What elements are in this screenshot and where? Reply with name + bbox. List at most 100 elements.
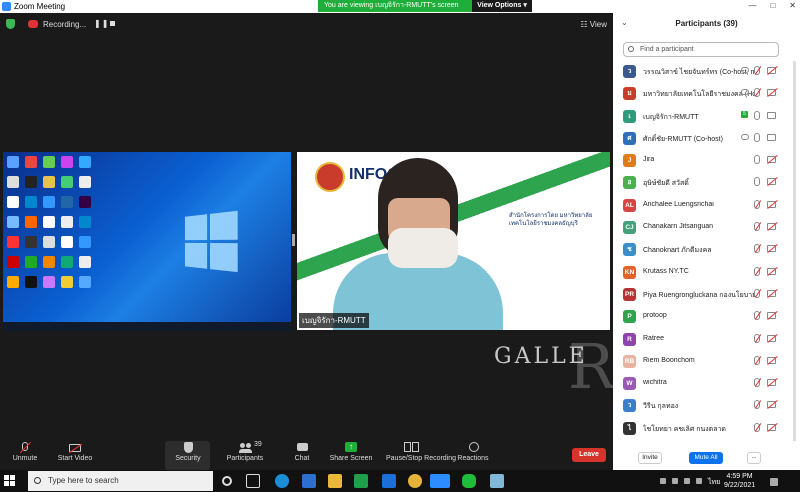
mic-muted-icon[interactable]: [754, 378, 760, 388]
store-icon[interactable]: [354, 474, 368, 488]
participant-row[interactable]: Wwichitra: [613, 374, 800, 396]
tile-divider-handle[interactable]: [292, 234, 295, 246]
participant-name: Anchalee Luengsrichai: [643, 200, 714, 208]
close-button[interactable]: ✕: [789, 1, 796, 10]
mic-muted-icon[interactable]: [754, 88, 760, 98]
mail-icon[interactable]: [382, 474, 396, 488]
start-button[interactable]: [4, 475, 16, 487]
participant-row[interactable]: ว วีรีน กุลทอง: [613, 396, 800, 418]
unmute-button[interactable]: Unmute: [0, 441, 50, 462]
shared-screen-tile[interactable]: [3, 152, 291, 331]
minimize-button[interactable]: —: [748, 1, 756, 10]
edge-icon[interactable]: [275, 474, 289, 488]
video-icon[interactable]: [767, 111, 776, 119]
view-button[interactable]: ☷ View: [580, 20, 607, 29]
video-off-icon[interactable]: [767, 423, 776, 431]
video-off-icon[interactable]: [767, 245, 776, 253]
share-screen-button[interactable]: ↑ Share Screen: [326, 442, 376, 462]
invite-button[interactable]: Invite: [638, 452, 662, 464]
video-icon[interactable]: [767, 133, 776, 141]
reactions-button[interactable]: Reactions: [448, 442, 498, 462]
video-off-icon[interactable]: [767, 267, 776, 275]
line-icon[interactable]: [462, 474, 476, 488]
leave-button[interactable]: Leave: [572, 448, 606, 462]
network-icon[interactable]: [684, 478, 690, 484]
participant-row[interactable]: Pprotoop: [613, 307, 800, 329]
mic-muted-icon[interactable]: [754, 400, 760, 410]
video-off-icon[interactable]: [767, 156, 776, 164]
more-options-button[interactable]: ...: [747, 452, 761, 464]
mic-icon[interactable]: [754, 132, 760, 142]
participant-row[interactable]: เ เบญจิรักา-RMUTT 5: [613, 107, 800, 129]
video-off-icon[interactable]: [767, 356, 776, 364]
participant-row[interactable]: ว วรรณวิสาข์ ไชยจันทร์ทร (Co-host, me): [613, 62, 800, 84]
mic-muted-icon[interactable]: [754, 199, 760, 209]
participant-row[interactable]: ศ ศักดิ์ชัย-RMUTT (Co-host): [613, 129, 800, 151]
participant-row[interactable]: AL Anchalee Luengsrichai: [613, 196, 800, 218]
mute-all-button[interactable]: Mute All: [689, 452, 723, 464]
maximize-button[interactable]: □: [770, 1, 775, 10]
video-off-icon[interactable]: [767, 178, 776, 186]
participant-search-input[interactable]: Find a participant: [623, 42, 779, 57]
video-off-icon[interactable]: [767, 289, 776, 297]
video-off-icon[interactable]: [767, 223, 776, 231]
video-off-icon[interactable]: [767, 379, 776, 387]
pause-stop-recording-button[interactable]: Pause/Stop Recording: [386, 442, 456, 462]
participant-row[interactable]: อ อุษิษ์ชัยดี สวัสดิ์: [613, 173, 800, 195]
mic-icon[interactable]: [754, 155, 760, 165]
avatar: ม: [623, 87, 636, 101]
video-off-icon[interactable]: [767, 67, 776, 74]
view-options-button[interactable]: View Options ▾: [472, 0, 532, 12]
security-button[interactable]: Security: [163, 442, 213, 462]
participant-video-tile[interactable]: INFOG สำนักโครงการโดย มหาวิทยาลัยเทคโนโล…: [297, 152, 610, 330]
app-icon[interactable]: [490, 474, 504, 488]
internet-explorer-icon[interactable]: [302, 474, 316, 488]
start-video-button[interactable]: Start Video: [50, 442, 100, 462]
video-off-icon[interactable]: [767, 334, 776, 342]
participant-name: ไชโยทยา คชเลิศ กนงตลาด: [643, 425, 726, 433]
mic-muted-icon[interactable]: [754, 244, 760, 254]
mic-icon[interactable]: [754, 177, 760, 187]
zoom-taskbar-icon[interactable]: [430, 474, 450, 488]
participant-row[interactable]: KN Krutass NY.TC: [613, 263, 800, 285]
mic-muted-icon[interactable]: [754, 266, 760, 276]
mic-muted-icon[interactable]: [754, 66, 760, 75]
participant-row[interactable]: CJ Chanakarn Jitsanguan: [613, 218, 800, 240]
participant-row[interactable]: R Ratree: [613, 330, 800, 352]
volume-icon[interactable]: [696, 478, 702, 484]
participant-row[interactable]: ม มหาวิทยาลัยเทคโนโลยีราชมงคล (Host): [613, 84, 800, 106]
mic-muted-icon[interactable]: [754, 311, 760, 321]
participants-button[interactable]: 39 Participants: [220, 441, 270, 462]
notifications-icon[interactable]: [770, 478, 778, 486]
participant-row[interactable]: RB Riem Boonchom: [613, 352, 800, 374]
security-shield-icon[interactable]: [6, 19, 15, 29]
mic-muted-icon[interactable]: [754, 288, 760, 298]
mic-muted-icon[interactable]: [754, 355, 760, 365]
mic-muted-icon[interactable]: [754, 222, 760, 232]
taskbar-clock[interactable]: 4:59 PM 9/22/2021: [724, 472, 755, 490]
chat-button[interactable]: Chat: [277, 442, 327, 462]
chrome-icon[interactable]: [408, 474, 422, 488]
pause-recording-button[interactable]: ❚❚: [94, 19, 109, 28]
taskbar-search-input[interactable]: Type here to search: [28, 471, 213, 491]
file-explorer-icon[interactable]: [328, 474, 342, 488]
participant-name: Krutass NY.TC: [643, 267, 689, 275]
tray-chevron-icon[interactable]: [660, 478, 666, 484]
mic-muted-icon[interactable]: [754, 333, 760, 343]
video-off-icon[interactable]: [767, 401, 776, 409]
participant-row[interactable]: J Jira: [613, 151, 800, 173]
video-off-icon[interactable]: [767, 200, 776, 208]
stop-recording-button[interactable]: [110, 21, 115, 26]
video-off-icon[interactable]: [767, 89, 776, 97]
mic-muted-icon[interactable]: [754, 422, 760, 432]
mic-icon[interactable]: [754, 110, 760, 120]
video-off-icon[interactable]: [767, 312, 776, 320]
panel-scrollbar[interactable]: [793, 61, 796, 441]
participant-row[interactable]: ไ ไชโยทยา คชเลิศ กนงตลาด: [613, 419, 800, 441]
tray-app-icon[interactable]: [672, 478, 678, 484]
participant-row[interactable]: ช Chanoknart ภักดีมงคล: [613, 240, 800, 262]
language-indicator[interactable]: ไทย: [708, 477, 720, 488]
cortana-icon[interactable]: [222, 476, 232, 486]
task-view-icon[interactable]: [246, 474, 260, 488]
participant-row[interactable]: PR Piya Ruengrongluckana กองนโยบาย: [613, 285, 800, 307]
